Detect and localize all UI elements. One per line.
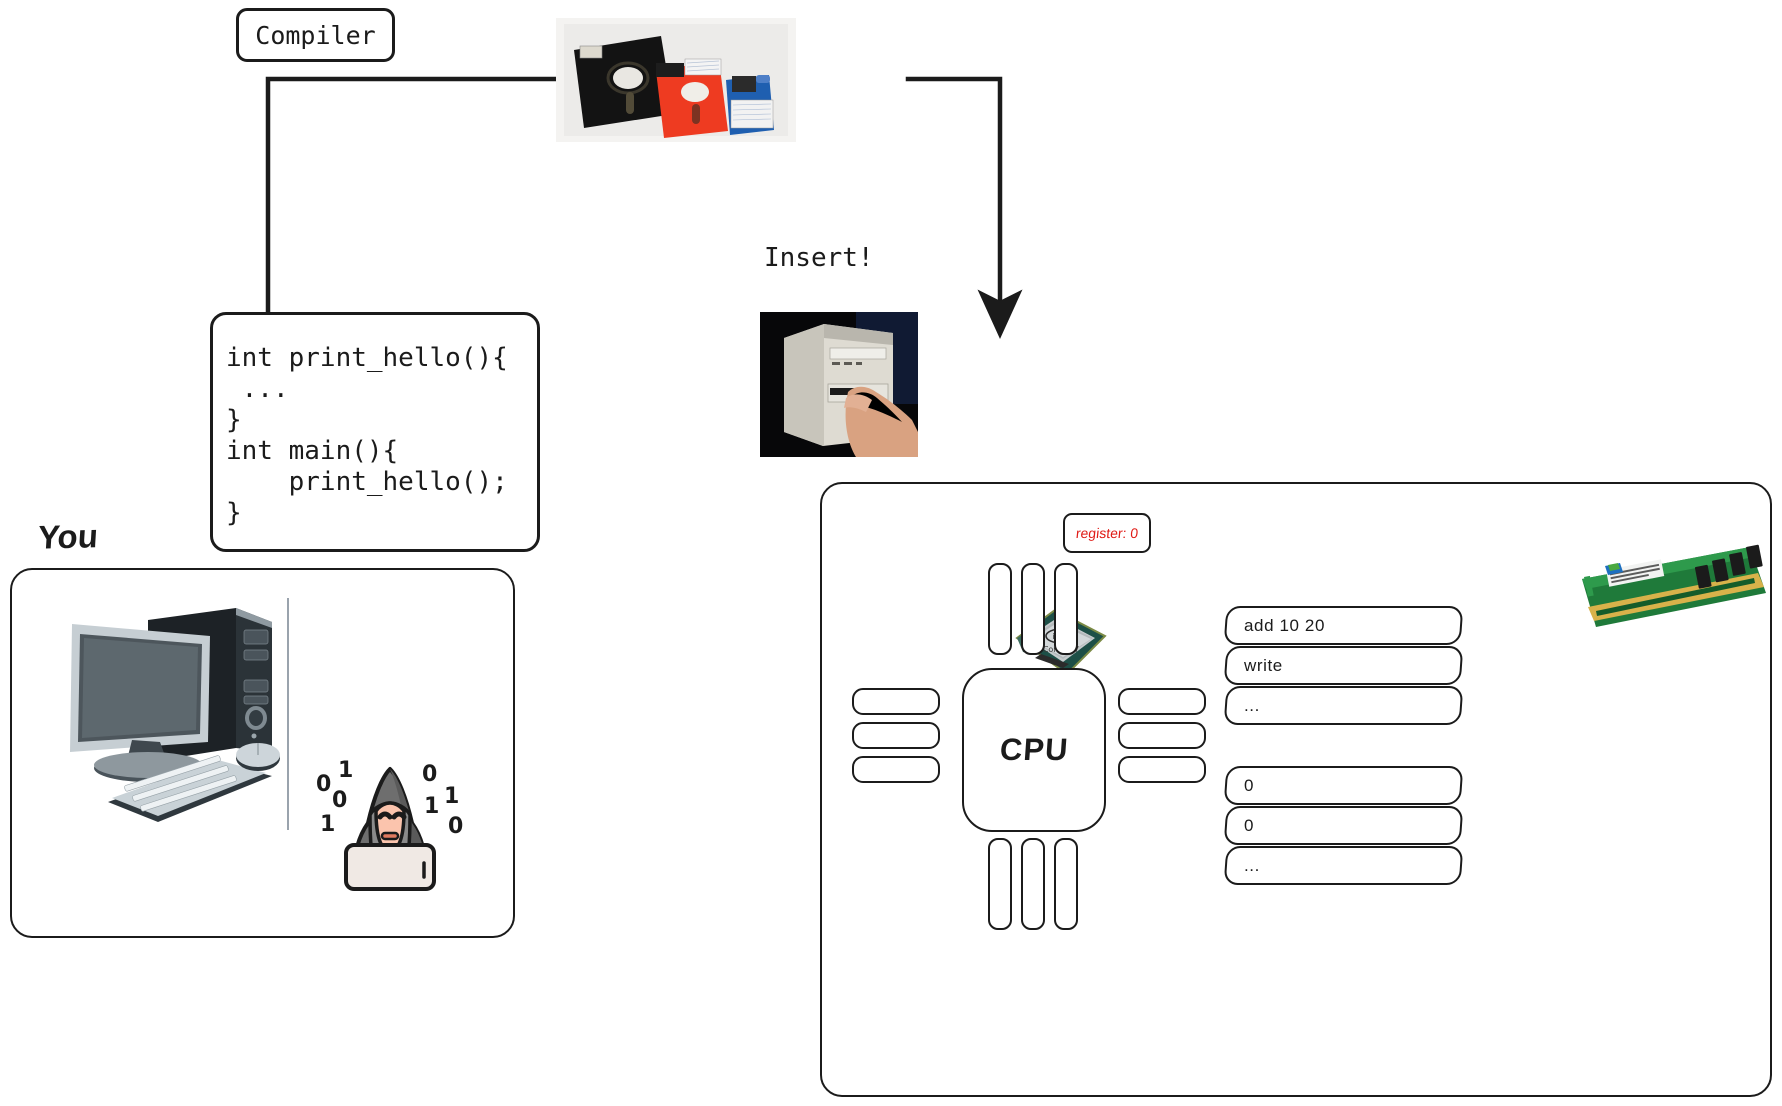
code-line: int print_hello(){ [226,343,508,373]
cpu-pin-right-3 [1118,756,1206,783]
svg-text:1: 1 [444,784,459,809]
memory-data-row[interactable]: ... [1223,846,1464,885]
ram-stick-art [1582,544,1766,627]
compiler-label: Compiler [255,20,376,50]
memory-data-row[interactable]: 0 [1223,766,1464,805]
desktop-computer-icon [70,608,280,822]
cpu-pin-right-1 [1118,688,1206,715]
floppy-disks-art [556,18,796,142]
register-value-label: register: 0 [1075,525,1139,541]
code-line: int main(){ [226,436,399,466]
memory-instruction-row[interactable]: ... [1223,686,1464,725]
cpu-pin-bottom-1 [988,838,1012,930]
memory-cell-value: ... [1244,695,1260,715]
cpu-pin-left-3 [852,756,940,783]
svg-text:1: 1 [424,794,439,819]
svg-text:0: 0 [448,814,463,839]
hacker-emoji: 0 1 0 1 0 1 1 0 [310,745,470,895]
cpu-pin-top-1 [988,563,1012,655]
svg-text:0: 0 [332,788,347,813]
code-line: ... [226,374,289,404]
code-line: } [226,498,242,528]
memory-cell-value: ... [1244,855,1260,875]
cpu-pin-left-2 [852,722,940,749]
memory-data-row[interactable]: 0 [1223,806,1464,845]
tower-art [760,312,918,457]
code-line: } [226,405,242,435]
hacker-icon: 0 1 0 1 0 1 1 0 [316,758,463,891]
svg-text:0: 0 [422,762,437,787]
cpu-pin-left-1 [852,688,940,715]
svg-text:1: 1 [338,758,353,783]
cpu-pin-top-2 [1021,563,1045,655]
panel-divider [287,598,289,830]
cpu-pin-bottom-2 [1021,838,1045,930]
memory-cell-value: write [1244,655,1283,675]
cpu-pin-top-3 [1054,563,1078,655]
memory-cell-value: 0 [1244,815,1255,835]
ram-dimm-photo [1578,543,1768,636]
desktop-computer-art [40,590,290,840]
register-box: register: 0 [1063,513,1151,553]
memory-instruction-row[interactable]: add 10 20 [1223,606,1464,645]
diagram-canvas: Compiler Insert! int print_hello(){... … [0,0,1782,1106]
source-code-box: int print_hello(){ ... } int main(){ pri… [210,312,540,552]
cpu-pin-bottom-3 [1054,838,1078,930]
code-line: print_hello(); [226,467,508,497]
cpu-pin-right-2 [1118,722,1206,749]
memory-instruction-row[interactable]: write [1223,646,1464,685]
compiler-label-box: Compiler [236,8,395,62]
tower-insert-floppy-photo [760,312,918,457]
memory-cell-value: 0 [1244,775,1255,795]
you-label: You [36,517,100,556]
floppy-disks-photo [556,18,796,142]
memory-cell-value: add 10 20 [1244,615,1326,635]
insert-label: Insert! [764,243,874,273]
cpu-label: CPU [998,732,1070,767]
svg-text:0: 0 [316,772,331,797]
cpu-core-box: CPU [962,668,1106,832]
svg-text:1: 1 [320,812,335,837]
